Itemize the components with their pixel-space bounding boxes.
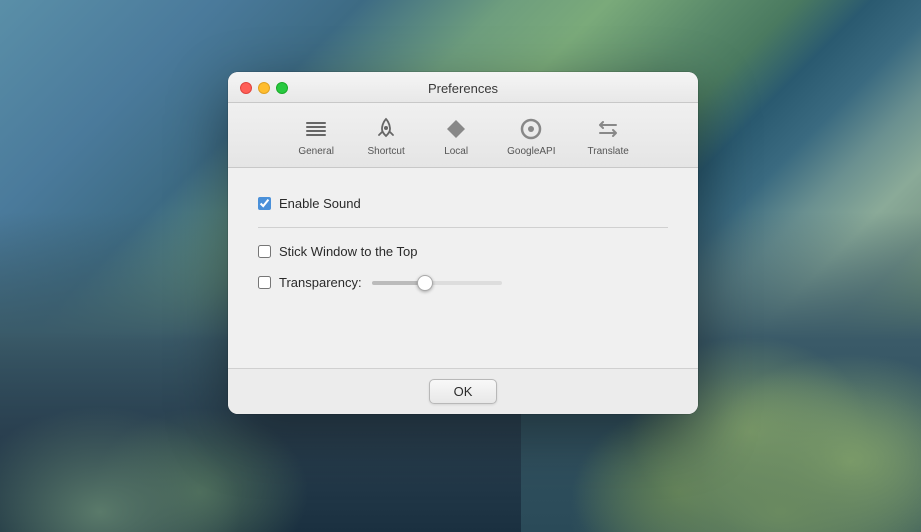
shortcut-label: Shortcut xyxy=(368,146,405,157)
titlebar: Preferences xyxy=(228,72,698,103)
general-label: General xyxy=(298,146,334,157)
transparency-checkbox[interactable] xyxy=(258,276,271,289)
stick-window-row: Stick Window to the Top xyxy=(258,236,668,267)
preferences-dialog: Preferences General xyxy=(228,72,698,414)
diamond-icon xyxy=(442,115,470,143)
enable-sound-row: Enable Sound xyxy=(258,188,668,219)
toolbar-item-googleapi[interactable]: GoogleAPI xyxy=(491,111,571,161)
googleapi-label: GoogleAPI xyxy=(507,146,555,157)
transparency-label: Transparency: xyxy=(279,275,362,290)
circle-icon xyxy=(517,115,545,143)
stick-window-label: Stick Window to the Top xyxy=(279,244,418,259)
transparency-row: Transparency: xyxy=(258,267,668,298)
rocket-icon xyxy=(372,115,400,143)
toolbar-item-shortcut[interactable]: Shortcut xyxy=(351,111,421,161)
enable-sound-label: Enable Sound xyxy=(279,196,361,211)
ok-button[interactable]: OK xyxy=(429,379,498,404)
toolbar: General Shortcut Local xyxy=(228,103,698,168)
transparency-slider[interactable] xyxy=(372,281,502,285)
translate-label: Translate xyxy=(588,146,629,157)
local-label: Local xyxy=(444,146,468,157)
minimize-button[interactable] xyxy=(258,82,270,94)
dialog-title: Preferences xyxy=(428,81,498,96)
toolbar-item-translate[interactable]: Translate xyxy=(572,111,645,161)
divider-1 xyxy=(258,227,668,228)
enable-sound-checkbox[interactable] xyxy=(258,197,271,210)
toolbar-item-local[interactable]: Local xyxy=(421,111,491,161)
toolbar-item-general[interactable]: General xyxy=(281,111,351,161)
traffic-lights xyxy=(240,82,288,94)
arrows-icon xyxy=(594,115,622,143)
footer: OK xyxy=(228,368,698,414)
list-icon xyxy=(302,115,330,143)
maximize-button[interactable] xyxy=(276,82,288,94)
close-button[interactable] xyxy=(240,82,252,94)
settings-content: Enable Sound Stick Window to the Top Tra… xyxy=(228,168,698,368)
slider-container: Transparency: xyxy=(279,275,502,290)
stick-window-checkbox[interactable] xyxy=(258,245,271,258)
